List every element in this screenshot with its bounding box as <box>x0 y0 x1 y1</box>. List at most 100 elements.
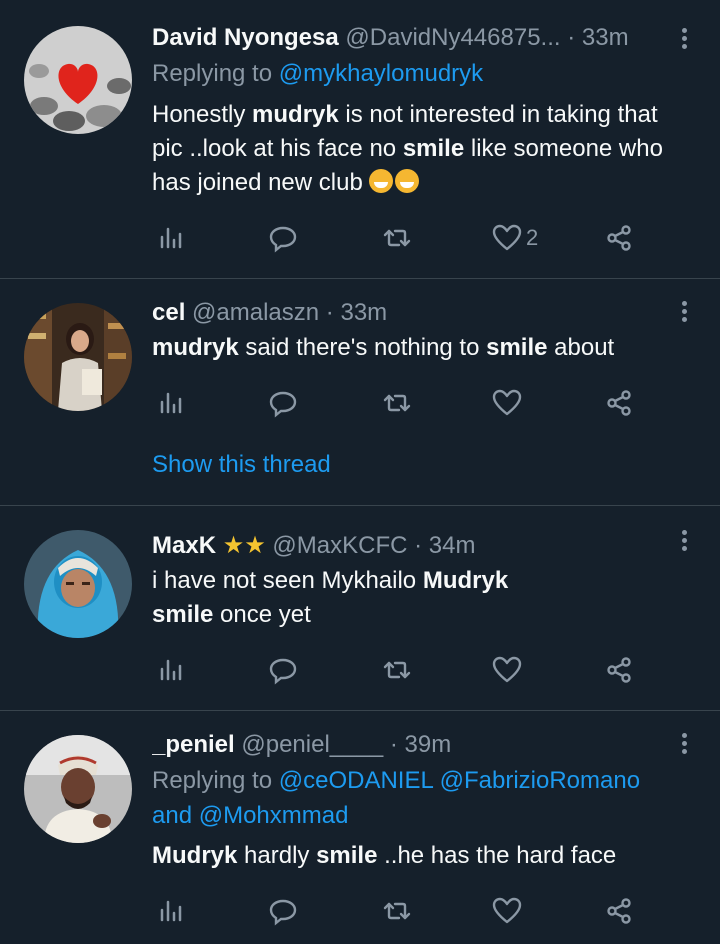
text-run-bold: smile <box>316 842 378 869</box>
retweet-icon <box>383 661 411 679</box>
text-run-bold: Mudryk <box>152 842 238 869</box>
text-run-bold: Mudryk <box>422 567 509 594</box>
handle[interactable]: @MaxKCFC <box>272 532 407 559</box>
retweet-button[interactable] <box>382 218 412 258</box>
avatar[interactable] <box>24 26 132 134</box>
retweet-icon <box>383 229 411 247</box>
separator-dot: · <box>567 24 576 51</box>
show-thread-link[interactable]: Show this thread <box>152 451 331 479</box>
reply-icon <box>269 899 297 926</box>
replying-to: Replying to @ceODANIEL @FabrizioRomano a… <box>152 763 640 833</box>
action-bar: 2 <box>152 218 652 258</box>
display-name[interactable]: cel <box>152 299 185 326</box>
text-run: Honestly <box>152 101 253 128</box>
tweet-text: Mudryk hardly smile ..he has the hard fa… <box>152 839 690 873</box>
like-icon <box>492 897 522 924</box>
separator-dot: · <box>389 731 398 758</box>
text-run-bold: smile <box>152 601 214 628</box>
tweet-text: Honestly mudryk is not interested in tak… <box>152 98 690 200</box>
tweet[interactable]: MaxK ★★ @MaxKCFC · 34m i have not seen M… <box>0 506 720 711</box>
avatar-photo-image <box>24 735 132 843</box>
mention-link[interactable]: @FabrizioRomano <box>440 767 640 794</box>
text-run-bold: mudryk <box>152 334 239 361</box>
reply-button[interactable] <box>268 383 298 423</box>
retweet-button[interactable] <box>382 891 412 931</box>
share-button[interactable] <box>604 891 634 931</box>
avatar[interactable] <box>24 735 132 843</box>
mention-link[interactable]: @ceODANIEL <box>279 767 433 794</box>
like-button[interactable] <box>492 650 522 690</box>
analytics-icon <box>160 900 182 922</box>
grinning-sweat-emoji <box>395 169 420 193</box>
avatar-photo-image <box>24 530 132 638</box>
more-icon[interactable] <box>674 301 694 325</box>
reply-icon <box>269 226 297 253</box>
timestamp[interactable]: 39m <box>405 731 452 758</box>
tweet-header: _peniel @peniel____ · 39m <box>152 725 680 765</box>
tweet-header: MaxK ★★ @MaxKCFC · 34m <box>152 526 680 566</box>
more-icon[interactable] <box>674 530 694 554</box>
share-button[interactable] <box>604 383 634 423</box>
handle[interactable]: @peniel____ <box>241 731 383 758</box>
handle[interactable]: @DavidNy446875... <box>345 24 560 51</box>
reply-button[interactable] <box>268 650 298 690</box>
analytics-button[interactable] <box>156 218 186 258</box>
analytics-button[interactable] <box>156 891 186 931</box>
text-run: said there's nothing to <box>238 334 487 361</box>
handle[interactable]: @amalaszn <box>192 299 319 326</box>
more-icon[interactable] <box>674 733 694 757</box>
display-name[interactable]: MaxK <box>152 532 216 559</box>
analytics-icon <box>160 659 182 681</box>
display-name[interactable]: _peniel <box>152 731 235 758</box>
retweet-icon <box>383 902 411 920</box>
tweet[interactable]: cel @amalaszn · 33m mudryk said there's … <box>0 279 720 506</box>
mention-link[interactable]: @Mohxmmad <box>199 802 349 829</box>
retweet-button[interactable] <box>382 383 412 423</box>
text-run: hardly <box>237 842 317 869</box>
text-run: i have not seen Mykhailo <box>152 567 423 594</box>
like-button[interactable]: 2 <box>492 218 538 258</box>
like-button[interactable] <box>492 891 522 931</box>
text-run: once yet <box>213 601 311 628</box>
action-bar <box>152 891 652 931</box>
timestamp[interactable]: 34m <box>429 532 476 559</box>
analytics-icon <box>160 392 182 414</box>
text-run-bold: smile <box>402 135 465 162</box>
and-others-link[interactable]: and <box>152 802 192 829</box>
text-run: about <box>547 334 615 361</box>
text-run-bold: mudryk <box>252 101 339 128</box>
timestamp[interactable]: 33m <box>340 299 387 326</box>
tweet-header: cel @amalaszn · 33m <box>152 293 680 333</box>
display-name[interactable]: David Nyongesa <box>152 24 339 51</box>
like-icon <box>492 656 522 683</box>
reply-button[interactable] <box>268 218 298 258</box>
like-icon <box>492 224 522 251</box>
tweet-text: mudryk said there's nothing to smile abo… <box>152 331 690 365</box>
share-button[interactable] <box>604 218 634 258</box>
mention-link[interactable]: @mykhaylomudryk <box>279 60 483 87</box>
avatar[interactable] <box>24 303 132 411</box>
share-icon <box>607 225 631 251</box>
text-run-bold: smile <box>486 334 548 361</box>
retweet-button[interactable] <box>382 650 412 690</box>
share-icon <box>607 898 631 924</box>
timestamp[interactable]: 33m <box>582 24 629 51</box>
tweet-header: David Nyongesa @DavidNy446875... · 33m <box>152 18 680 58</box>
analytics-button[interactable] <box>156 650 186 690</box>
like-button[interactable] <box>492 383 522 423</box>
tweet[interactable]: David Nyongesa @DavidNy446875... · 33m R… <box>0 0 720 279</box>
share-button[interactable] <box>604 650 634 690</box>
analytics-button[interactable] <box>156 383 186 423</box>
tweet[interactable]: _peniel @peniel____ · 39m Replying to @c… <box>0 711 720 944</box>
avatar[interactable] <box>24 530 132 638</box>
avatar-photo-image <box>24 303 132 411</box>
reply-icon <box>269 391 297 418</box>
more-icon[interactable] <box>674 28 694 52</box>
separator-dot: · <box>414 532 423 559</box>
reply-icon <box>269 658 297 685</box>
reply-button[interactable] <box>268 891 298 931</box>
tweet-text: i have not seen Mykhailo Mudryk smile on… <box>152 564 690 632</box>
analytics-icon <box>160 227 182 249</box>
separator-dot: · <box>325 299 334 326</box>
share-icon <box>607 390 631 416</box>
